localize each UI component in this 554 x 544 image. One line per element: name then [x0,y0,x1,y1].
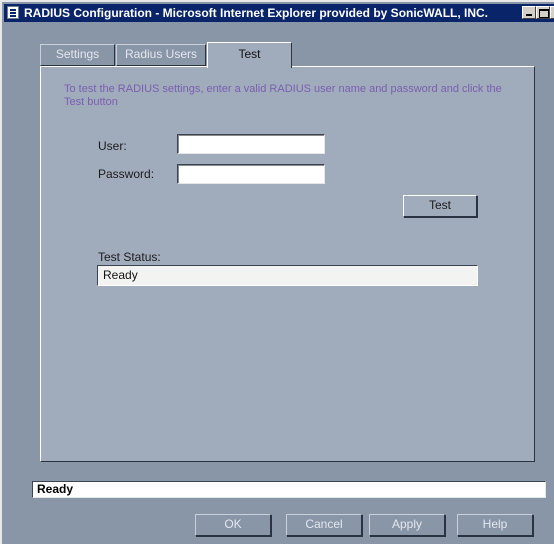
test-status-label: Test Status: [98,250,161,264]
test-panel: To test the RADIUS settings, enter a val… [40,66,535,462]
apply-button[interactable]: Apply [369,514,445,536]
instructions-text: To test the RADIUS settings, enter a val… [64,83,502,108]
tab-radius-users[interactable]: Radius Users [116,44,206,66]
test-button[interactable]: Test [403,195,477,217]
user-input[interactable] [177,134,325,154]
title-bar[interactable]: RADIUS Configuration - Microsoft Interne… [4,4,554,22]
dialog-window: RADIUS Configuration - Microsoft Interne… [0,0,554,544]
ie-window-icon[interactable] [7,6,19,19]
user-label: User: [98,139,127,153]
cancel-button[interactable]: Cancel [286,514,362,536]
tab-test[interactable]: Test [207,42,292,68]
test-status-field: Ready [97,265,478,286]
password-label: Password: [98,167,155,181]
tab-settings[interactable]: Settings [40,44,115,66]
help-button[interactable]: Help [457,514,533,536]
password-input[interactable] [177,164,325,184]
status-bar: Ready [32,481,546,498]
ok-button[interactable]: OK [195,514,271,536]
close-icon[interactable] [550,6,554,19]
window-title: RADIUS Configuration - Microsoft Interne… [24,6,489,20]
maximize-icon[interactable] [536,6,550,19]
minimize-icon[interactable] [522,6,536,19]
